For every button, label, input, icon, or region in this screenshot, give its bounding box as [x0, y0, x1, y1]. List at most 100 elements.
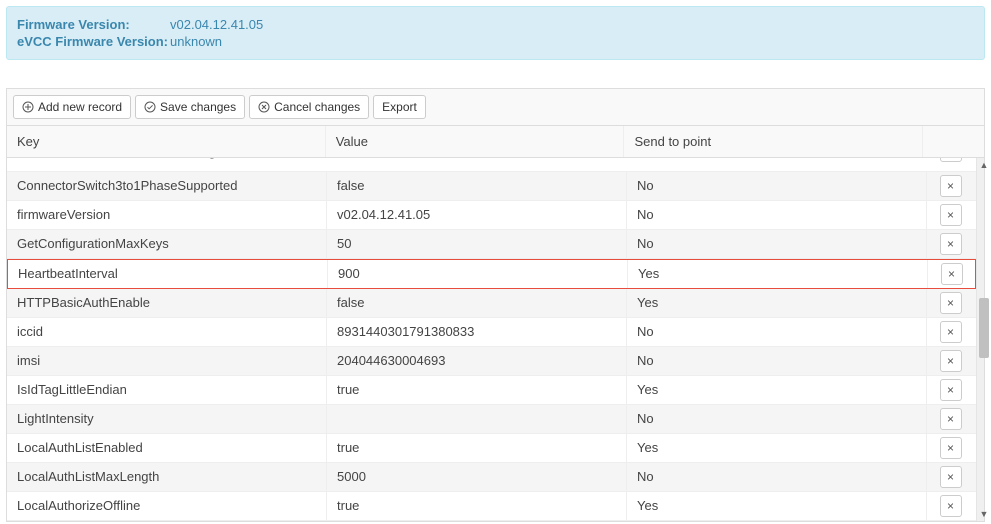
- cell-key: LocalAuthListEnabled: [7, 434, 327, 462]
- table-row[interactable]: HeartbeatInterval900Yes ×: [7, 259, 976, 289]
- close-icon: ×: [947, 354, 954, 368]
- cell-value: true: [327, 492, 627, 520]
- grid-header: Key Value Send to point: [7, 126, 984, 158]
- cell-value: 204044630004693: [327, 347, 627, 375]
- scroll-down-arrow-icon[interactable]: ▼: [977, 507, 991, 521]
- cell-actions: ×: [927, 434, 974, 462]
- close-icon: ×: [947, 383, 954, 397]
- cell-send-to-point: Yes: [627, 376, 927, 404]
- delete-row-button[interactable]: ×: [940, 204, 962, 226]
- cell-actions: ×: [927, 318, 974, 346]
- plus-circle-icon: [22, 101, 34, 113]
- table-row[interactable]: LocalAuthListMaxLength5000No×: [7, 463, 976, 492]
- cell-value: [327, 405, 627, 433]
- cell-actions: ×: [927, 347, 974, 375]
- cell-actions: ×: [927, 230, 974, 258]
- cell-key: HeartbeatInterval: [8, 260, 328, 288]
- column-header-key[interactable]: Key: [7, 126, 326, 157]
- cell-send-to-point: No: [627, 463, 927, 491]
- cell-key: LightIntensity: [7, 405, 327, 433]
- save-changes-label: Save changes: [160, 100, 236, 114]
- cell-send-to-point: No: [627, 230, 927, 258]
- cell-send-to-point: No: [627, 347, 927, 375]
- cell-send-to-point: No: [627, 318, 927, 346]
- table-row[interactable]: ConnectorSwitch3to1PhaseSupportedfalseNo…: [7, 172, 976, 201]
- cell-key: imsi: [7, 347, 327, 375]
- cell-send-to-point: Yes: [627, 289, 927, 317]
- delete-row-button[interactable]: ×: [940, 233, 962, 255]
- evcc-firmware-version-label: eVCC Firmware Version:: [17, 34, 168, 49]
- column-header-value[interactable]: Value: [326, 126, 625, 157]
- add-new-record-label: Add new record: [38, 100, 122, 114]
- table-row[interactable]: LocalAuthListEnabledtrueYes ×: [7, 434, 976, 463]
- delete-row-button[interactable]: ×: [940, 292, 962, 314]
- cell-value: 8931440301791380833: [327, 318, 627, 346]
- table-row[interactable]: LightIntensity No ×: [7, 405, 976, 434]
- cell-key: LocalAuthorizeOffline: [7, 492, 327, 520]
- cell-value: true: [327, 434, 627, 462]
- close-icon: ×: [947, 296, 954, 310]
- scrollbar-thumb[interactable]: [979, 298, 989, 358]
- cell-key: firmwareVersion: [7, 201, 327, 229]
- cell-key: IsIdTagLittleEndian: [7, 376, 327, 404]
- cell-actions: ×: [927, 172, 974, 200]
- close-icon: ×: [947, 470, 954, 484]
- grid-body: ConnectorPhaseRotationMaxLength0No×Conne…: [7, 158, 976, 521]
- cancel-changes-label: Cancel changes: [274, 100, 360, 114]
- add-new-record-button[interactable]: Add new record: [13, 95, 131, 119]
- cell-actions: ×: [927, 405, 974, 433]
- close-icon: ×: [947, 441, 954, 455]
- save-changes-button[interactable]: Save changes: [135, 95, 245, 119]
- cell-value: 900: [328, 260, 628, 288]
- delete-row-button[interactable]: ×: [940, 175, 962, 197]
- table-row[interactable]: ConnectorPhaseRotationMaxLength0No×: [7, 158, 976, 172]
- cell-actions: ×: [927, 201, 974, 229]
- table-row[interactable]: firmwareVersionv02.04.12.41.05No×: [7, 201, 976, 230]
- delete-row-button[interactable]: ×: [940, 379, 962, 401]
- check-circle-icon: [144, 101, 156, 113]
- delete-row-button[interactable]: ×: [940, 350, 962, 372]
- scroll-up-arrow-icon[interactable]: ▲: [977, 158, 991, 172]
- column-header-actions: [923, 126, 970, 157]
- close-icon: ×: [948, 267, 955, 281]
- cell-key: iccid: [7, 318, 327, 346]
- table-row[interactable]: iccid8931440301791380833No ×: [7, 318, 976, 347]
- cell-key: ConnectorSwitch3to1PhaseSupported: [7, 172, 327, 200]
- cancel-changes-button[interactable]: Cancel changes: [249, 95, 369, 119]
- export-button[interactable]: Export: [373, 95, 426, 119]
- column-header-scroll-spacer: [970, 126, 984, 157]
- cell-actions: ×: [927, 289, 974, 317]
- evcc-firmware-version-value: unknown: [170, 34, 222, 49]
- table-row[interactable]: HTTPBasicAuthEnablefalseYes ×: [7, 289, 976, 318]
- cell-value: true: [327, 376, 627, 404]
- table-row[interactable]: IsIdTagLittleEndiantrueYes ×: [7, 376, 976, 405]
- cell-send-to-point: No: [627, 405, 927, 433]
- delete-row-button[interactable]: ×: [940, 495, 962, 517]
- delete-row-button[interactable]: ×: [940, 158, 962, 162]
- cell-key: HTTPBasicAuthEnable: [7, 289, 327, 317]
- table-row[interactable]: imsi204044630004693No ×: [7, 347, 976, 376]
- close-icon: ×: [947, 237, 954, 251]
- grid-toolbar: Add new record Save changes Cancel chang…: [7, 89, 984, 126]
- export-label: Export: [382, 100, 417, 114]
- cell-actions: ×: [927, 492, 974, 520]
- delete-row-button[interactable]: ×: [940, 321, 962, 343]
- column-header-send[interactable]: Send to point: [624, 126, 923, 157]
- delete-row-button[interactable]: ×: [941, 263, 963, 285]
- table-row[interactable]: LocalAuthorizeOfflinetrueYes×: [7, 492, 976, 521]
- cell-key: LocalAuthListMaxLength: [7, 463, 327, 491]
- cancel-circle-icon: [258, 101, 270, 113]
- cell-send-to-point: No: [627, 172, 927, 200]
- delete-row-button[interactable]: ×: [940, 466, 962, 488]
- table-row[interactable]: GetConfigurationMaxKeys50No ×: [7, 230, 976, 259]
- cell-send-to-point: Yes: [628, 260, 928, 288]
- close-icon: ×: [947, 499, 954, 513]
- delete-row-button[interactable]: ×: [940, 408, 962, 430]
- cell-value: 50: [327, 230, 627, 258]
- cell-key: GetConfigurationMaxKeys: [7, 230, 327, 258]
- delete-row-button[interactable]: ×: [940, 437, 962, 459]
- vertical-scrollbar[interactable]: ▲ ▼: [976, 158, 984, 521]
- close-icon: ×: [947, 179, 954, 193]
- cell-value: false: [327, 289, 627, 317]
- cell-send-to-point: Yes: [627, 434, 927, 462]
